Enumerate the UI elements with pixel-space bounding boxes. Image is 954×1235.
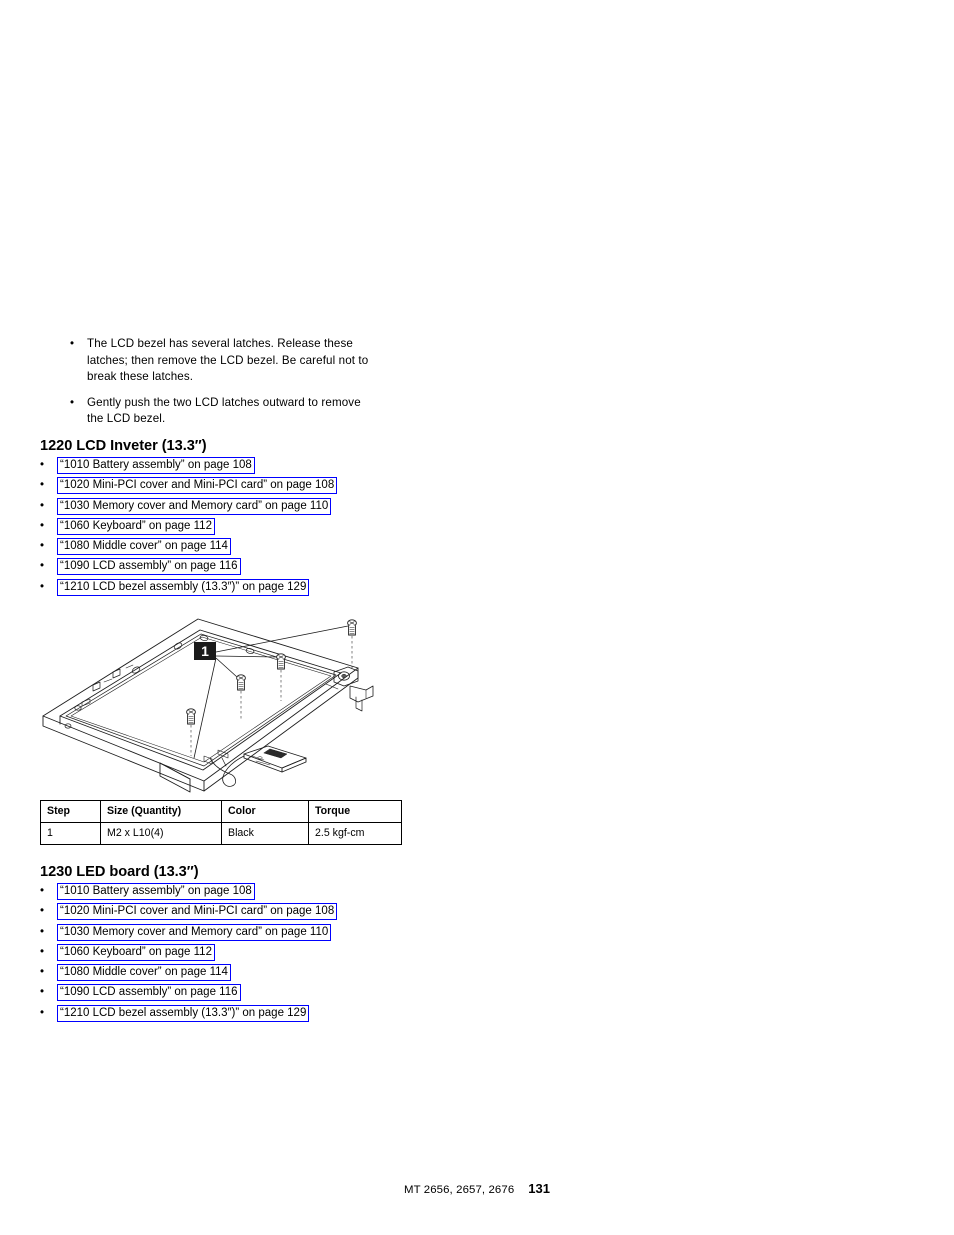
list-item: • “1060 Keyboard” on page 112 <box>40 517 440 538</box>
xref-link-1090-lcd-assembly[interactable]: “1090 LCD assembly” on page 116 <box>57 558 241 576</box>
xref-link-1010-battery-assembly[interactable]: “1010 Battery assembly” on page 108 <box>57 457 255 474</box>
bullet-icon: • <box>40 580 45 593</box>
xref-link-1060-keyboard[interactable]: “1060 Keyboard” on page 112 <box>57 943 215 961</box>
intro-text: The LCD bezel has several latches. Relea… <box>87 337 369 384</box>
list-item: • The LCD bezel has several latches. Rel… <box>70 336 370 386</box>
bullet-icon: • <box>40 945 45 958</box>
cell-size: M2 x L10(4) <box>100 822 222 845</box>
xref-link-1020-mini-pci[interactable]: “1020 Mini-PCI cover and Mini-PCI card” … <box>57 903 338 921</box>
section-heading-1230: 1230 LED board (13.3″) <box>40 864 199 880</box>
cell-torque: 2.5 kgf-cm <box>308 822 402 845</box>
table-row: 1 M2 x L10(4) Black 2.5 kgf-cm <box>40 822 402 845</box>
bullet-icon: • <box>40 540 45 553</box>
list-item: • “1080 Middle cover” on page 114 <box>40 538 440 558</box>
page-footer: MT 2656, 2657, 2676 131 <box>0 1180 954 1198</box>
bullet-icon: • <box>40 986 45 999</box>
list-item: • “1090 LCD assembly” on page 116 <box>40 984 440 1004</box>
bullet-icon: • <box>70 396 75 409</box>
xref-link-1090-lcd-assembly[interactable]: “1090 LCD assembly” on page 116 <box>57 984 241 1002</box>
xref-link-1020-mini-pci[interactable]: “1020 Mini-PCI cover and Mini-PCI card” … <box>57 477 338 495</box>
list-item: • “1210 LCD bezel assembly (13.3″)” on p… <box>40 1004 440 1025</box>
list-item: • “1010 Battery assembly” on page 108 <box>40 457 440 477</box>
bullet-icon: • <box>40 519 45 532</box>
list-item: • Gently push the two LCD latches outwar… <box>70 395 370 428</box>
svg-text:1: 1 <box>201 643 209 659</box>
list-item: • “1060 Keyboard” on page 112 <box>40 943 440 964</box>
list-item: • “1210 LCD bezel assembly (13.3″)” on p… <box>40 578 440 599</box>
xref-link-1080-middle-cover[interactable]: “1080 Middle cover” on page 114 <box>57 538 231 556</box>
parts-table: Step Size (Quantity) Color Torque 1 M2 x… <box>40 800 402 845</box>
list-item: • “1030 Memory cover and Memory card” on… <box>40 497 440 518</box>
cell-color: Black <box>221 822 309 845</box>
intro-bullet-list: • The LCD bezel has several latches. Rel… <box>70 336 370 437</box>
xref-link-1060-keyboard[interactable]: “1060 Keyboard” on page 112 <box>57 517 215 535</box>
bullet-icon: • <box>40 925 45 938</box>
list-item: • “1020 Mini-PCI cover and Mini-PCI card… <box>40 477 440 497</box>
xref-link-1030-memory-cover[interactable]: “1030 Memory cover and Memory card” on p… <box>57 497 332 515</box>
bullet-icon: • <box>40 459 45 471</box>
column-header-size: Size (Quantity) <box>100 800 222 823</box>
list-item: • “1030 Memory cover and Memory card” on… <box>40 923 440 944</box>
column-header-step: Step <box>40 800 101 823</box>
footer-machine-types: MT 2656, 2657, 2676 <box>404 1184 515 1196</box>
column-header-torque: Torque <box>308 800 402 823</box>
xref-link-1030-memory-cover[interactable]: “1030 Memory cover and Memory card” on p… <box>57 923 332 941</box>
bullet-icon: • <box>40 479 45 492</box>
table-header-row: Step Size (Quantity) Color Torque <box>40 800 402 823</box>
footer-page-number: 131 <box>528 1181 550 1196</box>
bullet-icon: • <box>40 560 45 573</box>
bullet-icon: • <box>40 499 45 512</box>
list-item: • “1010 Battery assembly” on page 108 <box>40 883 440 903</box>
list-item: • “1080 Middle cover” on page 114 <box>40 964 440 984</box>
xref-list-1220: • “1010 Battery assembly” on page 108 • … <box>40 457 440 599</box>
callout-1: 1 <box>194 642 216 660</box>
bullet-icon: • <box>40 885 45 897</box>
column-header-color: Color <box>221 800 309 823</box>
bullet-icon: • <box>70 338 75 350</box>
xref-link-1210-lcd-bezel-assembly[interactable]: “1210 LCD bezel assembly (13.3″)” on pag… <box>57 1004 310 1022</box>
list-item: • “1090 LCD assembly” on page 116 <box>40 558 440 578</box>
bullet-icon: • <box>40 966 45 979</box>
document-page: • The LCD bezel has several latches. Rel… <box>0 0 954 1235</box>
bullet-icon: • <box>40 1006 45 1019</box>
xref-link-1010-battery-assembly[interactable]: “1010 Battery assembly” on page 108 <box>57 883 255 900</box>
xref-list-1230: • “1010 Battery assembly” on page 108 • … <box>40 883 440 1025</box>
lcd-inverter-illustration: 1 <box>38 606 383 796</box>
xref-link-1080-middle-cover[interactable]: “1080 Middle cover” on page 114 <box>57 964 231 982</box>
cell-step: 1 <box>40 822 101 845</box>
section-heading-1220: 1220 LCD Inveter (13.3″) <box>40 438 207 454</box>
xref-link-1210-lcd-bezel-assembly[interactable]: “1210 LCD bezel assembly (13.3″)” on pag… <box>57 578 310 596</box>
list-item: • “1020 Mini-PCI cover and Mini-PCI card… <box>40 903 440 923</box>
bullet-icon: • <box>40 905 45 918</box>
intro-text: Gently push the two LCD latches outward … <box>87 395 361 426</box>
